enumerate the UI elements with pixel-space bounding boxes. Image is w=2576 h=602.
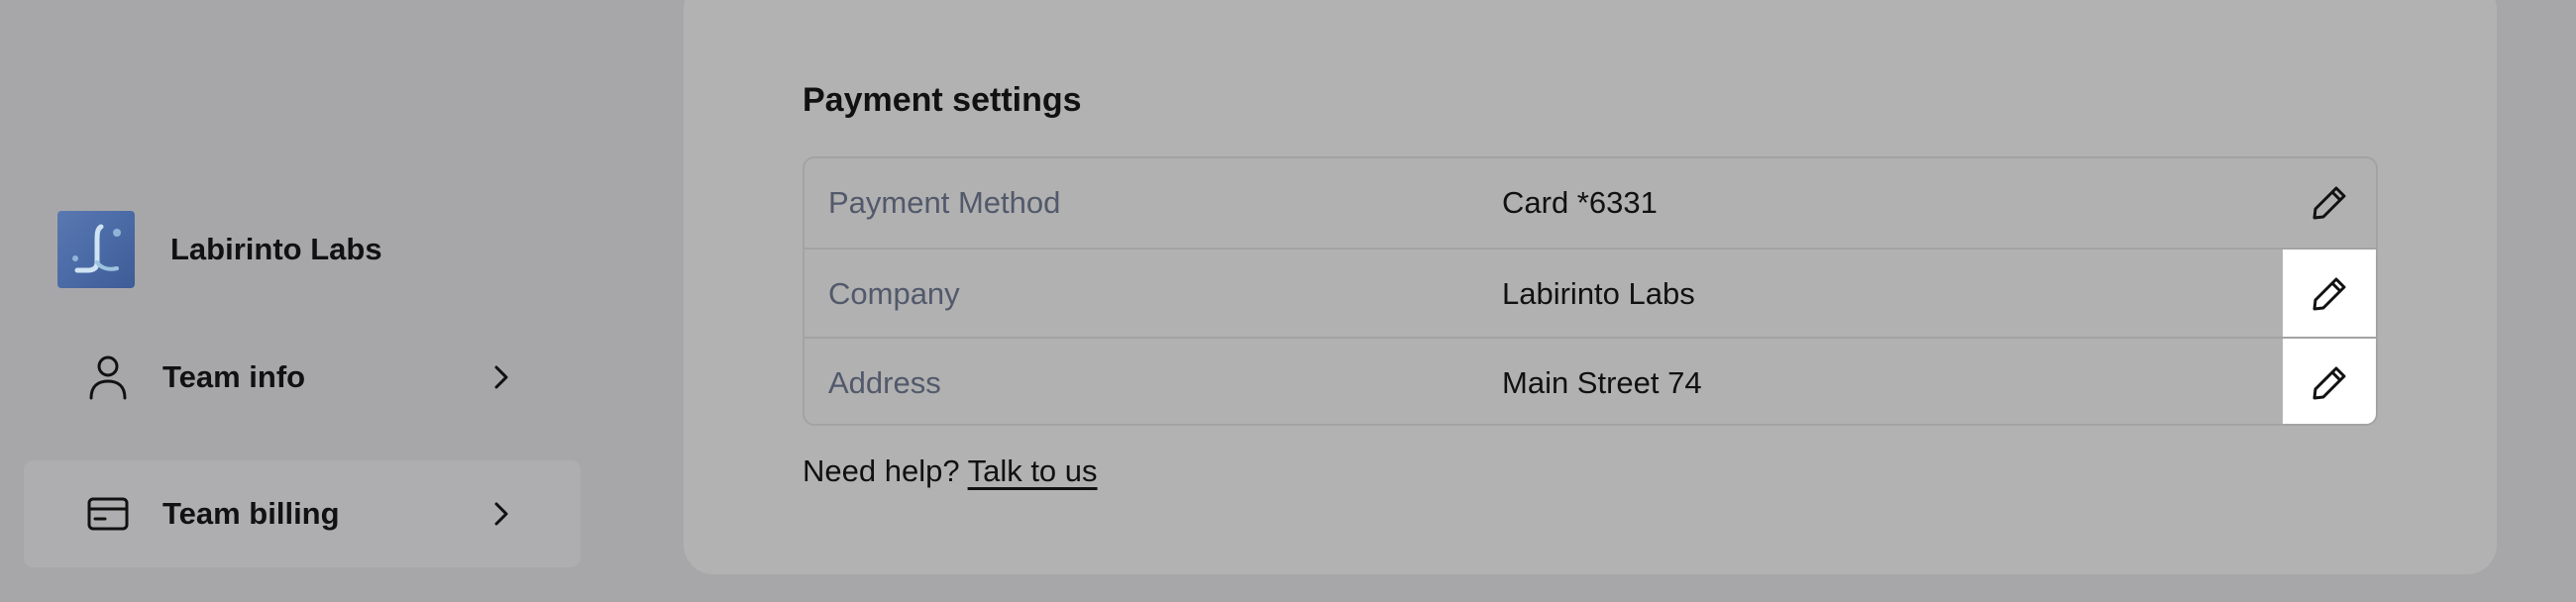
- help-prompt: Need help?: [803, 453, 960, 488]
- chevron-right-icon: [487, 363, 515, 391]
- edit-payment-method-button[interactable]: [2283, 158, 2376, 248]
- payment-card: Payment settings Payment Method Card *63…: [684, 0, 2497, 574]
- user-icon: [85, 354, 131, 400]
- sidebar-item-label: Team billing: [162, 496, 340, 531]
- payment-settings-table: Payment Method Card *6331 Company Labiri…: [803, 156, 2378, 426]
- pencil-icon: [2312, 277, 2346, 311]
- team-logo-icon: [72, 224, 121, 273]
- sidebar: Labirinto Labs Team info Team billing: [0, 0, 634, 602]
- row-value: Labirinto Labs: [1502, 276, 1695, 311]
- row-label: Company: [828, 276, 960, 311]
- chevron-right-icon: [487, 500, 515, 528]
- edit-address-button[interactable]: [2283, 339, 2376, 424]
- section-title: Payment settings: [803, 81, 1082, 119]
- edit-company-button[interactable]: [2283, 250, 2376, 339]
- sidebar-item-team-billing[interactable]: Team billing: [24, 460, 581, 567]
- help-text: Need help? Talk to us: [803, 453, 1098, 489]
- table-row-address: Address Main Street 74: [805, 337, 2376, 424]
- team-avatar: [57, 211, 135, 288]
- credit-card-icon: [85, 491, 131, 537]
- row-value: Main Street 74: [1502, 365, 1702, 400]
- talk-to-us-link[interactable]: Talk to us: [968, 453, 1098, 488]
- row-value: Card *6331: [1502, 185, 1658, 220]
- table-row-payment-method: Payment Method Card *6331: [805, 158, 2376, 248]
- pencil-icon: [2312, 186, 2346, 220]
- pencil-icon: [2312, 366, 2346, 400]
- team-header: Labirinto Labs: [57, 210, 382, 289]
- row-label: Payment Method: [828, 185, 1061, 220]
- team-name: Labirinto Labs: [170, 232, 382, 266]
- row-label: Address: [828, 365, 941, 400]
- sidebar-item-label: Team info: [162, 359, 306, 394]
- table-row-company: Company Labirinto Labs: [805, 248, 2376, 339]
- sidebar-item-team-info[interactable]: Team info: [24, 324, 581, 431]
